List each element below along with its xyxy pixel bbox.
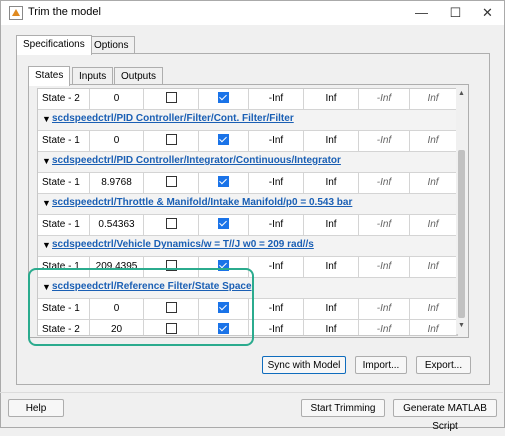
table-cell-dx-min: -Inf	[359, 215, 410, 235]
scroll-down-arrow-icon[interactable]: ▼	[457, 322, 466, 329]
table-cell-min[interactable]: -Inf	[249, 320, 304, 335]
block-path-link[interactable]: scdspeedctrl/Throttle & Manifold/Intake …	[52, 197, 352, 208]
table-cell-dx-min: -Inf	[359, 131, 410, 151]
table-scrollbar[interactable]: ▲ ▼	[456, 88, 467, 334]
table-cell-steady	[199, 173, 249, 193]
known-checkbox[interactable]	[165, 133, 177, 145]
table-cell-value[interactable]: 0	[90, 89, 144, 109]
table-cell-name: State - 1	[38, 131, 90, 151]
block-path-link[interactable]: scdspeedctrl/Vehicle Dynamics/w = T//J w…	[52, 239, 314, 250]
matlab-app-icon	[9, 6, 23, 20]
table-cell-min[interactable]: -Inf	[249, 89, 304, 109]
table-cell-steady	[199, 131, 249, 151]
table-cell-max[interactable]: Inf	[304, 320, 359, 335]
known-checkbox[interactable]	[165, 217, 177, 229]
table-cell-min[interactable]: -Inf	[249, 299, 304, 319]
table-cell-max[interactable]: Inf	[304, 299, 359, 319]
block-path-link[interactable]: scdspeedctrl/PID Controller/Filter/Cont.…	[52, 113, 294, 124]
state-group-header[interactable]: ▼ scdspeedctrl/PID Controller/Integrator/…	[38, 152, 457, 173]
table-cell-steady	[199, 89, 249, 109]
table-cell-known	[144, 89, 199, 109]
table-row: State - 1 8.9768 -Inf Inf -Inf Inf	[38, 173, 457, 194]
table-cell-dx-max: Inf	[410, 215, 457, 235]
close-button[interactable]: ✕	[471, 1, 504, 25]
steady-state-checkbox[interactable]	[218, 217, 229, 229]
block-path-link[interactable]: scdspeedctrl/PID Controller/Integrator/C…	[52, 155, 341, 166]
table-cell-dx-max: Inf	[410, 299, 457, 319]
table-cell-min[interactable]: -Inf	[249, 215, 304, 235]
table-cell-dx-max: Inf	[410, 89, 457, 109]
collapse-triangle-icon[interactable]: ▼	[42, 198, 51, 208]
steady-state-checkbox[interactable]	[218, 133, 229, 145]
table-cell-dx-min: -Inf	[359, 173, 410, 193]
collapse-triangle-icon[interactable]: ▼	[42, 240, 51, 250]
table-cell-dx-max: Inf	[410, 131, 457, 151]
scroll-up-arrow-icon[interactable]: ▲	[457, 90, 466, 97]
table-cell-max[interactable]: Inf	[304, 131, 359, 151]
footer-divider	[0, 392, 503, 393]
table-cell-known	[144, 173, 199, 193]
collapse-triangle-icon[interactable]: ▼	[42, 156, 51, 166]
highlight-callout	[28, 268, 254, 346]
tab-specifications[interactable]: Specifications	[16, 35, 92, 55]
table-cell-steady	[199, 215, 249, 235]
minimize-button[interactable]: —	[405, 1, 438, 25]
steady-state-checkbox[interactable]	[218, 91, 229, 103]
tab-states[interactable]: States	[28, 66, 71, 86]
table-cell-dx-max: Inf	[410, 173, 457, 193]
steady-state-checkbox[interactable]	[218, 175, 229, 187]
table-cell-min[interactable]: -Inf	[249, 131, 304, 151]
collapse-triangle-icon[interactable]: ▼	[42, 114, 51, 124]
table-cell-known	[144, 131, 199, 151]
table-cell-max[interactable]: Inf	[304, 173, 359, 193]
table-row: State - 1 0.54363 -Inf Inf -Inf Inf	[38, 215, 457, 236]
table-cell-name: State - 1	[38, 173, 90, 193]
table-cell-value[interactable]: 0.54363	[90, 215, 144, 235]
table-cell-dx-max: Inf	[410, 257, 457, 277]
window-title: Trim the model	[28, 6, 101, 18]
start-trimming-button[interactable]: Start Trimming	[301, 399, 385, 417]
table-cell-known	[144, 215, 199, 235]
help-button[interactable]: Help	[8, 399, 64, 417]
known-checkbox[interactable]	[165, 175, 177, 187]
maximize-button[interactable]: ☐	[439, 1, 472, 25]
table-cell-dx-max: Inf	[410, 320, 457, 335]
state-group-header[interactable]: ▼ scdspeedctrl/PID Controller/Filter/Cont…	[38, 110, 457, 131]
table-cell-max[interactable]: Inf	[304, 257, 359, 277]
table-cell-dx-min: -Inf	[359, 299, 410, 319]
known-checkbox[interactable]	[165, 91, 177, 103]
import-button[interactable]: Import...	[355, 356, 407, 374]
table-row: State - 1 0 -Inf Inf -Inf Inf	[38, 131, 457, 152]
table-cell-max[interactable]: Inf	[304, 215, 359, 235]
scroll-thumb[interactable]	[458, 150, 465, 318]
table-cell-max[interactable]: Inf	[304, 89, 359, 109]
table-cell-dx-min: -Inf	[359, 257, 410, 277]
table-row: State - 2 0 -Inf Inf -Inf Inf	[38, 89, 457, 110]
state-group-header[interactable]: ▼ scdspeedctrl/Throttle & Manifold/Intake…	[38, 194, 457, 215]
table-cell-name: State - 2	[38, 89, 90, 109]
table-cell-name: State - 1	[38, 215, 90, 235]
table-cell-min[interactable]: -Inf	[249, 173, 304, 193]
table-cell-value[interactable]: 0	[90, 131, 144, 151]
table-cell-dx-min: -Inf	[359, 89, 410, 109]
table-cell-min[interactable]: -Inf	[249, 257, 304, 277]
sync-with-model-button[interactable]: Sync with Model	[262, 356, 346, 374]
table-cell-dx-min: -Inf	[359, 320, 410, 335]
generate-matlab-script-button[interactable]: Generate MATLAB Script	[393, 399, 497, 432]
state-group-header[interactable]: ▼ scdspeedctrl/Vehicle Dynamics/w = T//J …	[38, 236, 457, 257]
title-bar: Trim the model — ☐ ✕	[1, 1, 504, 25]
table-cell-value[interactable]: 8.9768	[90, 173, 144, 193]
export-button[interactable]: Export...	[416, 356, 471, 374]
